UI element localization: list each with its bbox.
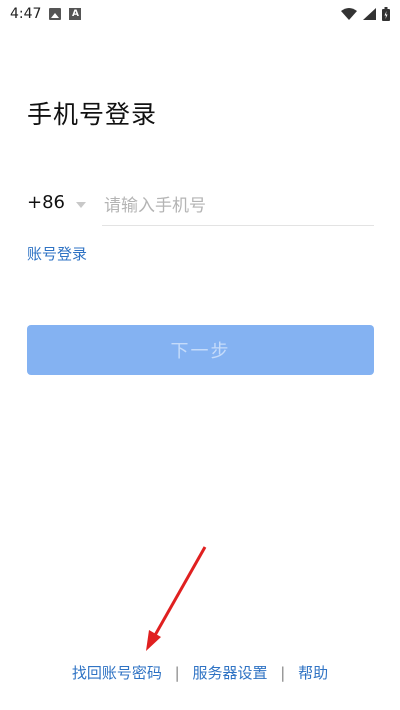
footer-links: 找回账号密码 | 服务器设置 | 帮助 — [0, 662, 400, 683]
status-left: 4:47 A — [10, 6, 82, 22]
page-title: 手机号登录 — [27, 100, 158, 129]
status-time: 4:47 — [10, 6, 42, 22]
signal-icon — [363, 8, 376, 20]
server-settings-link[interactable]: 服务器设置 — [192, 664, 267, 682]
status-right — [341, 7, 390, 21]
battery-icon — [382, 7, 390, 21]
chevron-down-icon[interactable] — [76, 202, 86, 208]
separator: | — [174, 664, 180, 682]
separator: | — [280, 664, 286, 682]
next-step-button[interactable]: 下一步 — [27, 325, 374, 375]
account-login-link[interactable]: 账号登录 — [27, 243, 87, 264]
a-notification-icon: A — [69, 8, 82, 20]
recover-account-link[interactable]: 找回账号密码 — [72, 664, 162, 682]
phone-number-input[interactable] — [102, 186, 374, 226]
phone-input-row: +86 — [27, 186, 374, 226]
image-notification-icon — [49, 8, 62, 20]
status-bar: 4:47 A — [0, 0, 400, 28]
country-code-selector[interactable]: +86 — [27, 192, 65, 213]
wifi-icon — [341, 8, 357, 20]
help-link[interactable]: 帮助 — [298, 664, 328, 682]
